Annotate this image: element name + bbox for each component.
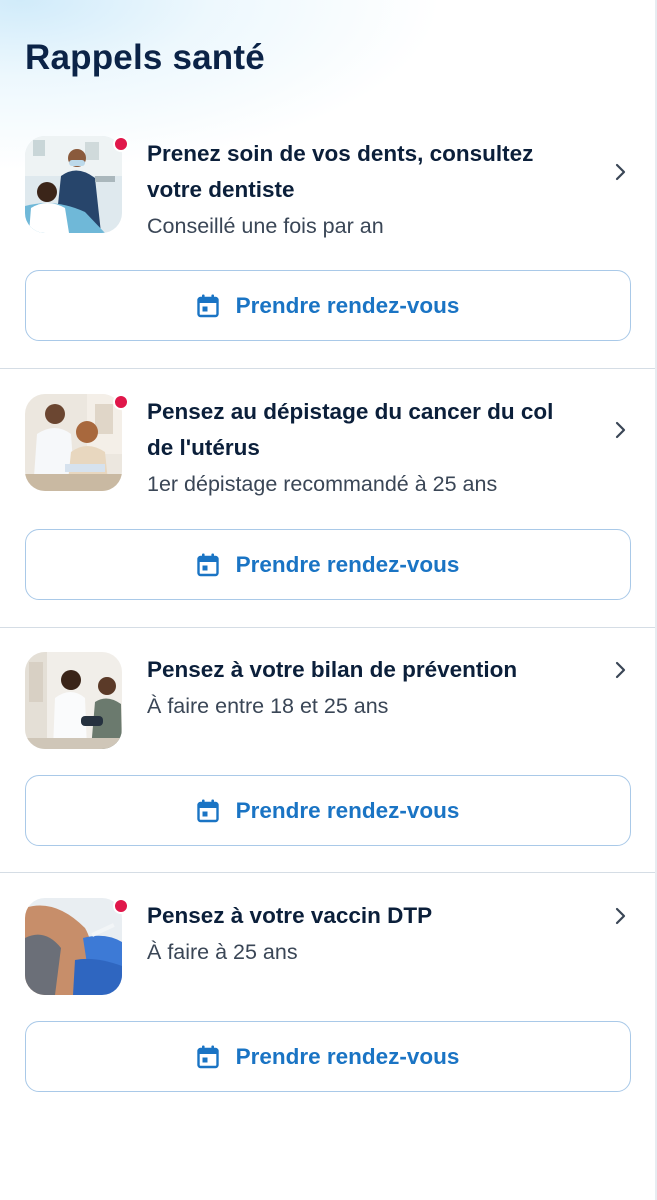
reminder-title[interactable]: Pensez à votre bilan de prévention: [147, 652, 577, 688]
vaccination-photo: [25, 898, 122, 995]
book-appointment-label: Prendre rendez-vous: [235, 551, 460, 577]
book-appointment-button[interactable]: Prendre rendez-vous: [25, 270, 631, 341]
reminder-subtitle: À faire à 25 ans: [147, 940, 298, 964]
notification-dot: [113, 394, 129, 410]
reminder-thumbnail-dentist: [25, 136, 129, 233]
chevron-right-icon[interactable]: [612, 907, 628, 925]
reminder-title[interactable]: Pensez à votre vaccin DTP: [147, 898, 577, 934]
reminder-subtitle: 1er dépistage recommandé à 25 ans: [147, 472, 498, 496]
divider: [0, 872, 655, 873]
reminder-thumbnail-vaccine: [25, 898, 129, 995]
page-title: Rappels santé: [25, 38, 265, 77]
reminder-text: Pensez au dépistage du cancer du col de …: [147, 394, 577, 502]
calendar-icon: [196, 294, 219, 317]
book-appointment-button[interactable]: Prendre rendez-vous: [25, 1021, 631, 1092]
chevron-right-icon[interactable]: [612, 661, 628, 679]
calendar-icon: [196, 799, 219, 822]
notification-dot: [113, 136, 129, 152]
chevron-right-icon[interactable]: [612, 163, 628, 181]
blood-pressure-photo: [25, 652, 122, 749]
calendar-icon: [196, 553, 219, 576]
reminder-text: Pensez à votre vaccin DTP À faire à 25 a…: [147, 898, 577, 970]
divider: [0, 368, 655, 369]
book-appointment-label: Prendre rendez-vous: [235, 292, 460, 318]
reminder-subtitle: Conseillé une fois par an: [147, 214, 384, 238]
book-appointment-button[interactable]: Prendre rendez-vous: [25, 529, 631, 600]
reminder-title[interactable]: Pensez au dépistage du cancer du col de …: [147, 394, 577, 466]
calendar-icon: [196, 1045, 219, 1068]
divider: [0, 627, 655, 628]
health-reminders-page: Rappels santé Prenez soin de vos dents, …: [0, 0, 657, 1200]
reminder-thumbnail-screening: [25, 394, 129, 491]
chevron-right-icon[interactable]: [612, 421, 628, 439]
reminder-title[interactable]: Prenez soin de vos dents, consultez votr…: [147, 136, 577, 208]
dentist-photo: [25, 136, 122, 233]
reminder-subtitle: À faire entre 18 et 25 ans: [147, 694, 389, 718]
reminder-thumbnail-prevention: [25, 652, 122, 749]
notification-dot: [113, 898, 129, 914]
reminder-text: Pensez à votre bilan de prévention À fai…: [147, 652, 577, 724]
book-appointment-label: Prendre rendez-vous: [235, 797, 460, 823]
book-appointment-button[interactable]: Prendre rendez-vous: [25, 775, 631, 846]
book-appointment-label: Prendre rendez-vous: [235, 1043, 460, 1069]
doctor-consultation-photo: [25, 394, 122, 491]
reminder-text: Prenez soin de vos dents, consultez votr…: [147, 136, 577, 244]
